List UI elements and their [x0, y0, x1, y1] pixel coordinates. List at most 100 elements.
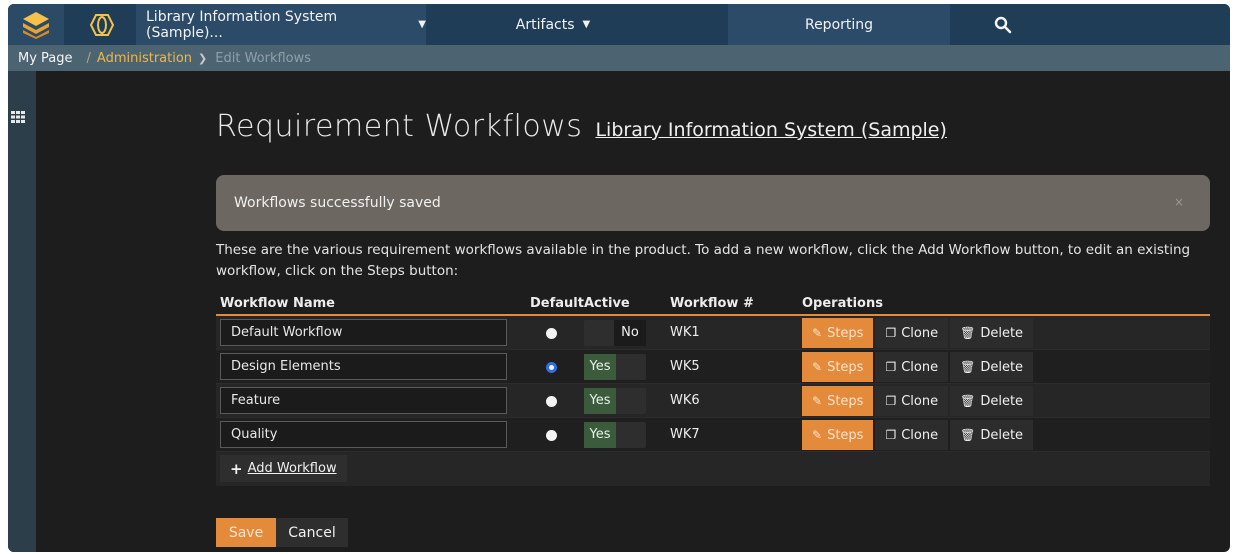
clone-label: Clone [901, 359, 939, 375]
steps-label: Steps [827, 359, 864, 375]
active-toggle-label: No [614, 320, 646, 346]
spira-logo-icon[interactable] [8, 4, 64, 45]
clone-button[interactable]: ❐ Clone [875, 386, 949, 416]
delete-label: Delete [980, 393, 1024, 409]
steps-label: Steps [827, 393, 864, 409]
delete-button[interactable]: 🗑 Delete [950, 386, 1034, 416]
plus-icon: + [230, 459, 243, 478]
page-description: These are the various requirement workfl… [216, 242, 1191, 279]
operations-group: ✎ Steps ❐ Clone 🗑 Delete [802, 318, 1035, 348]
table-row: Default Workflow No WK1 ✎ Steps ❐ Clone … [216, 316, 1210, 350]
header-default: Default [530, 296, 584, 311]
workflow-name-input[interactable]: Default Workflow [220, 319, 507, 346]
workflow-number: WK1 [670, 325, 700, 340]
clone-label: Clone [901, 393, 939, 409]
steps-button[interactable]: ✎ Steps [802, 386, 874, 416]
default-radio[interactable] [546, 328, 557, 339]
table-row: Design Elements Yes WK5 ✎ Steps ❐ Clone … [216, 350, 1210, 384]
delete-label: Delete [980, 427, 1024, 443]
page-title: Requirement Workflows [216, 109, 583, 144]
nav-artifacts-menu[interactable]: Artifacts ▼ [428, 4, 678, 45]
add-workflow-button[interactable]: + Add Workflow [220, 455, 347, 482]
default-radio[interactable] [546, 430, 557, 441]
page-header: Requirement Workflows Library Informatio… [216, 109, 947, 144]
add-workflow-row: + Add Workflow [216, 452, 1210, 486]
breadcrumb-current: Edit Workflows [215, 50, 312, 66]
trash-icon: 🗑 [960, 428, 976, 442]
header-workflow-number: Workflow # [670, 296, 754, 311]
copy-icon: ❐ [885, 394, 897, 408]
active-toggle-label: Yes [584, 388, 616, 414]
delete-label: Delete [980, 325, 1024, 341]
trash-icon: 🗑 [960, 360, 976, 374]
active-toggle[interactable]: No [584, 320, 646, 346]
active-toggle[interactable]: Yes [584, 388, 646, 414]
top-navbar: Library Information System (Sample)... ▼… [8, 4, 1230, 45]
table-header: Workflow Name Default Active Workflow # … [216, 294, 1210, 316]
workflow-number: WK7 [670, 427, 700, 442]
search-icon[interactable] [963, 4, 1043, 45]
steps-button[interactable]: ✎ Steps [802, 420, 874, 450]
default-radio[interactable] [546, 362, 557, 373]
project-link[interactable]: Library Information System (Sample) [595, 119, 946, 141]
workflow-name-input[interactable]: Quality [220, 421, 507, 448]
copy-icon: ❐ [885, 428, 897, 442]
chevron-down-icon: ▼ [418, 19, 426, 30]
header-workflow-name: Workflow Name [220, 296, 335, 311]
project-dropdown[interactable]: Library Information System (Sample)... ▼ [136, 4, 426, 45]
header-operations: Operations [802, 296, 883, 311]
active-toggle-label: Yes [584, 354, 616, 380]
edit-icon: ✎ [812, 326, 823, 340]
operations-group: ✎ Steps ❐ Clone 🗑 Delete [802, 420, 1035, 450]
steps-button[interactable]: ✎ Steps [802, 318, 874, 348]
nav-reporting-label: Reporting [804, 16, 874, 33]
copy-icon: ❐ [885, 326, 897, 340]
clone-button[interactable]: ❐ Clone [875, 352, 949, 382]
steps-label: Steps [827, 325, 864, 341]
chevron-right-icon: ❯ [198, 51, 208, 65]
edit-icon: ✎ [812, 428, 823, 442]
active-toggle[interactable]: Yes [584, 354, 646, 380]
breadcrumb-administration[interactable]: Administration [97, 51, 192, 66]
active-toggle-label: Yes [584, 422, 616, 448]
table-row: Feature Yes WK6 ✎ Steps ❐ Clone 🗑 Delete [216, 384, 1210, 418]
workflow-name-input[interactable]: Feature [220, 387, 507, 414]
edit-icon: ✎ [812, 360, 823, 374]
operations-group: ✎ Steps ❐ Clone 🗑 Delete [802, 386, 1035, 416]
save-button[interactable]: Save [216, 518, 276, 547]
steps-button[interactable]: ✎ Steps [802, 352, 874, 382]
delete-label: Delete [980, 359, 1024, 375]
breadcrumb-separator: / [86, 50, 91, 66]
clone-button[interactable]: ❐ Clone [875, 420, 949, 450]
grid-menu-icon[interactable] [11, 108, 25, 127]
workflow-number: WK5 [670, 359, 700, 374]
breadcrumb: My Page / Administration ❯ Edit Workflow… [8, 45, 1230, 71]
delete-button[interactable]: 🗑 Delete [950, 318, 1034, 348]
left-sidebar [8, 71, 36, 552]
edit-icon: ✎ [812, 394, 823, 408]
nav-reporting[interactable]: Reporting [728, 4, 950, 45]
cancel-button[interactable]: Cancel [276, 518, 348, 547]
product-switcher-icon[interactable] [76, 4, 128, 45]
delete-button[interactable]: 🗑 Delete [950, 420, 1034, 450]
success-alert: Workflows successfully saved × [216, 175, 1210, 231]
trash-icon: 🗑 [960, 394, 976, 408]
chevron-down-icon: ▼ [582, 19, 591, 30]
nav-artifacts-label: Artifacts [515, 16, 575, 33]
clone-button[interactable]: ❐ Clone [875, 318, 949, 348]
header-active: Active [584, 296, 630, 311]
operations-group: ✎ Steps ❐ Clone 🗑 Delete [802, 352, 1035, 382]
close-icon[interactable]: × [1174, 195, 1184, 209]
active-toggle[interactable]: Yes [584, 422, 646, 448]
delete-button[interactable]: 🗑 Delete [950, 352, 1034, 382]
default-radio[interactable] [546, 396, 557, 407]
copy-icon: ❐ [885, 360, 897, 374]
workflow-number: WK6 [670, 393, 700, 408]
clone-label: Clone [901, 325, 939, 341]
workflow-name-input[interactable]: Design Elements [220, 353, 507, 380]
clone-label: Clone [901, 427, 939, 443]
alert-message: Workflows successfully saved [234, 195, 441, 211]
breadcrumb-my-page[interactable]: My Page [18, 51, 73, 66]
steps-label: Steps [827, 427, 864, 443]
trash-icon: 🗑 [960, 326, 976, 340]
